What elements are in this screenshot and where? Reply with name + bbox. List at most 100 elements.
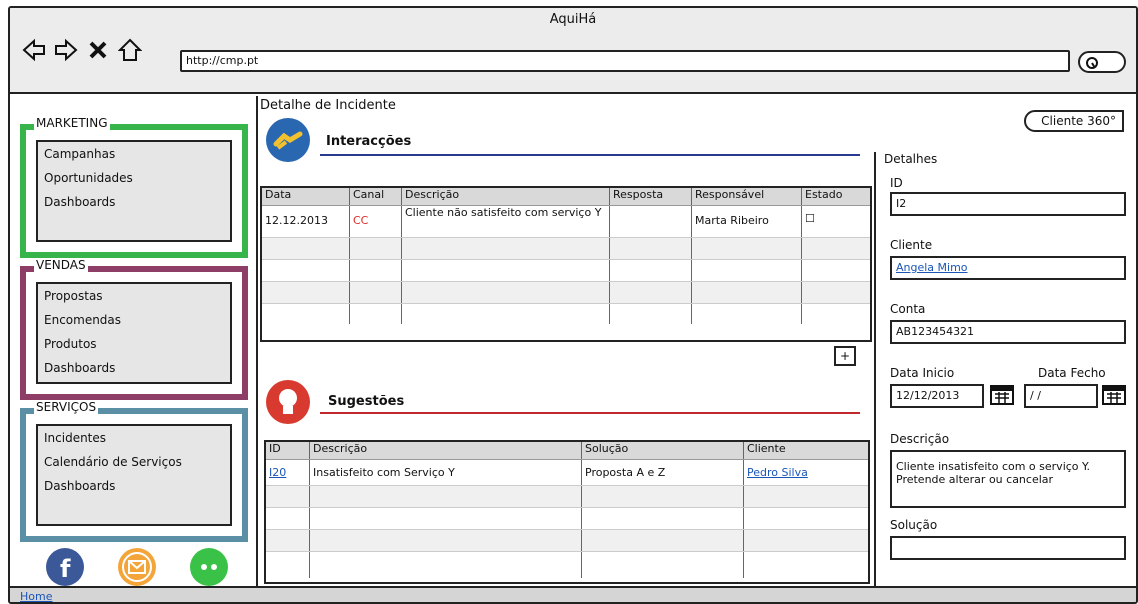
cliente-field[interactable]: Angela Mimo [890, 256, 1126, 280]
sidebar-item-incidentes[interactable]: Incidentes [38, 426, 230, 450]
table-row [262, 282, 870, 304]
table-row [266, 508, 868, 530]
interaccoes-header: Data Canal Descrição Resposta Responsáve… [262, 188, 870, 206]
cell-resposta [610, 206, 692, 237]
forward-icon[interactable] [54, 38, 78, 62]
estado-checkbox[interactable]: ☐ [802, 206, 870, 237]
handshake-icon [266, 118, 310, 162]
data-inicio-label: Data Inicio [890, 366, 955, 380]
sidebar-item-encomendas[interactable]: Encomendas [38, 308, 230, 332]
id-field[interactable]: I2 [890, 192, 1126, 216]
table-row [262, 238, 870, 260]
marketing-menu: Campanhas Oportunidades Dashboards [36, 140, 232, 242]
window-title: AquiHá [549, 12, 597, 27]
sidebar-item-vendas-dashboards[interactable]: Dashboards [38, 356, 230, 380]
sugestao-id-link[interactable]: I20 [266, 460, 310, 485]
interaccoes-rule [320, 154, 860, 156]
close-icon[interactable] [86, 38, 110, 62]
servicos-label: SERVIÇOS [34, 400, 99, 414]
sidebar-item-campanhas[interactable]: Campanhas [38, 142, 230, 166]
cell-responsavel: Marta Ribeiro [692, 206, 802, 237]
address-bar[interactable]: http://cmp.pt [180, 50, 1070, 72]
facebook-icon[interactable]: f [46, 548, 84, 586]
col-cliente: Cliente [747, 442, 786, 455]
sugestao-cliente-link[interactable]: Pedro Silva [744, 460, 868, 485]
sidebar-item-produtos[interactable]: Produtos [38, 332, 230, 356]
search-icon [1086, 57, 1098, 69]
cell-data: 12.12.2013 [262, 206, 350, 237]
cliente-label: Cliente [890, 238, 933, 252]
cliente-360-tab[interactable]: Cliente 360° [1024, 110, 1124, 132]
col-solucao: Solução [582, 442, 744, 459]
browser-window: AquiHá http://cmp.pt MARKETING Campanhas [8, 6, 1138, 604]
solucao-field[interactable] [890, 536, 1126, 560]
col-data: Data [262, 188, 350, 205]
col-resposta: Resposta [610, 188, 692, 205]
table-row [266, 486, 868, 508]
servicos-menu: Incidentes Calendário de Serviços Dashbo… [36, 424, 232, 526]
table-row[interactable]: I20 Insatisfeito com Serviço Y Proposta … [266, 460, 868, 486]
servicos-group: SERVIÇOS Incidentes Calendário de Serviç… [20, 400, 248, 542]
chat-icon[interactable] [190, 548, 228, 586]
data-fecho-label: Data Fecho [1038, 366, 1106, 380]
table-row [262, 260, 870, 282]
solucao-label: Solução [890, 518, 938, 532]
social-icons: f [46, 548, 228, 586]
main-content: Detalhe de Incidente Cliente 360° Intera… [260, 96, 1126, 586]
col-canal: Canal [350, 188, 402, 205]
vendas-label: VENDAS [34, 258, 88, 272]
back-icon[interactable] [22, 38, 46, 62]
cell-solucao: Proposta A e Z [582, 460, 744, 485]
col-responsavel: Responsável [692, 188, 802, 205]
home-link[interactable]: Home [20, 590, 52, 602]
descricao-textarea[interactable]: Cliente insatisfeito com o serviço Y. Pr… [890, 450, 1126, 508]
col-descricao: Descrição [310, 442, 582, 459]
interaccoes-table: Data Canal Descrição Resposta Responsáve… [260, 186, 872, 342]
sidebar-item-oportunidades[interactable]: Oportunidades [38, 166, 230, 190]
conta-field[interactable]: AB123454321 [890, 320, 1126, 344]
sidebar: MARKETING Campanhas Oportunidades Dashbo… [10, 96, 258, 586]
calendar-icon[interactable] [1102, 384, 1126, 406]
interaccoes-title: Interacções [326, 134, 412, 149]
sugestoes-rule [320, 412, 860, 414]
sugestoes-header: ID Descrição Solução Cliente [266, 442, 868, 460]
cell-canal: CC [350, 206, 402, 237]
calendar-icon[interactable] [990, 384, 1014, 406]
sugestoes-table: ID Descrição Solução Cliente I20 Insatis… [264, 440, 870, 584]
status-bar: Home [10, 586, 1136, 602]
lightbulb-icon [266, 380, 310, 424]
col-descricao: Descrição [402, 188, 610, 205]
browser-chrome: AquiHá http://cmp.pt [10, 8, 1136, 94]
sidebar-item-calendario[interactable]: Calendário de Serviços [38, 450, 230, 474]
table-row [262, 304, 870, 324]
page-title: Detalhe de Incidente [260, 98, 396, 113]
col-estado: Estado [805, 188, 843, 201]
table-row [266, 530, 868, 552]
data-fecho-field[interactable]: / / [1024, 384, 1098, 408]
mail-icon[interactable] [118, 548, 156, 586]
table-row [266, 552, 868, 578]
col-id: ID [266, 442, 310, 459]
add-interaccao-button[interactable]: + [834, 346, 856, 366]
detalhes-heading: Detalhes [884, 152, 938, 166]
vendas-group: VENDAS Propostas Encomendas Produtos Das… [20, 258, 248, 400]
cell-descricao: Cliente não satisfeito com serviço Y [402, 206, 610, 237]
table-row[interactable]: 12.12.2013 CC Cliente não satisfeito com… [262, 206, 870, 238]
cell-descricao: Insatisfeito com Serviço Y [310, 460, 582, 485]
detalhes-panel: Detalhes ID I2 Cliente Angela Mimo Conta… [874, 152, 1126, 586]
conta-label: Conta [890, 302, 926, 316]
svg-text:f: f [60, 555, 71, 583]
data-inicio-field[interactable]: 12/12/2013 [890, 384, 984, 408]
sidebar-item-marketing-dashboards[interactable]: Dashboards [38, 190, 230, 214]
marketing-group: MARKETING Campanhas Oportunidades Dashbo… [20, 116, 248, 258]
vendas-menu: Propostas Encomendas Produtos Dashboards [36, 282, 232, 384]
descricao-label: Descrição [890, 432, 950, 446]
home-icon[interactable] [117, 38, 143, 62]
search-button[interactable] [1078, 51, 1126, 73]
sugestoes-title: Sugestões [328, 394, 405, 409]
sidebar-item-propostas[interactable]: Propostas [38, 284, 230, 308]
sidebar-item-servicos-dashboards[interactable]: Dashboards [38, 474, 230, 498]
id-label: ID [890, 176, 903, 190]
nav-controls [22, 38, 143, 62]
marketing-label: MARKETING [34, 116, 110, 130]
